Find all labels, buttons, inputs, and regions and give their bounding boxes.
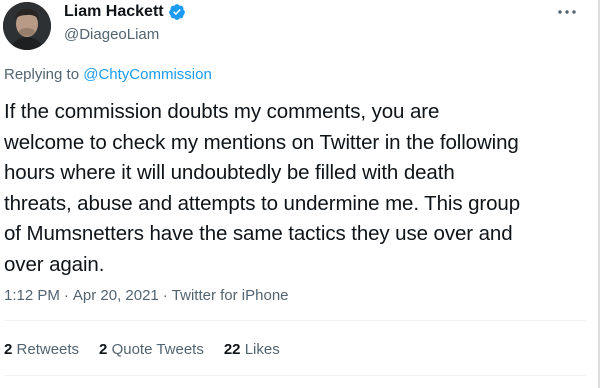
divider — [4, 320, 586, 321]
tweet-time[interactable]: 1:12 PM — [4, 287, 60, 304]
likes-label: Likes — [244, 341, 280, 358]
replying-to: Replying to @ChtyCommission — [4, 66, 212, 83]
tweet-source[interactable]: Twitter for iPhone — [172, 287, 289, 304]
quote-tweets-count: 2 — [99, 341, 108, 358]
retweets-count: 2 — [4, 341, 13, 358]
quote-tweets-stat[interactable]: 2 Quote Tweets — [99, 341, 204, 358]
engagement-stats: 2 Retweets 2 Quote Tweets 22 Likes — [4, 341, 300, 358]
likes-stat[interactable]: 22 Likes — [224, 341, 280, 358]
retweets-stat[interactable]: 2 Retweets — [4, 341, 79, 358]
meta-separator: · — [63, 287, 69, 304]
author-handle[interactable]: @DiageoLiam — [64, 26, 159, 43]
tweet-date[interactable]: Apr 20, 2021 — [73, 287, 159, 304]
avatar-photo — [3, 2, 51, 50]
verified-badge-icon — [168, 3, 186, 21]
tweet-meta: 1:12 PM · Apr 20, 2021 · Twitter for iPhone — [4, 287, 289, 304]
author-name-row[interactable]: Liam Hackett — [64, 3, 186, 21]
meta-separator: · — [162, 287, 168, 304]
quote-tweets-label: Quote Tweets — [111, 341, 204, 358]
avatar[interactable] — [3, 2, 51, 50]
divider — [4, 375, 586, 376]
author-display-name[interactable]: Liam Hackett — [64, 3, 164, 21]
tweet-text: If the commission doubts my comments, yo… — [4, 100, 521, 276]
reply-target-link[interactable]: @ChtyCommission — [83, 66, 212, 83]
likes-count: 22 — [223, 341, 241, 358]
tweet-header: Liam Hackett @DiageoLiam — [0, 0, 600, 60]
more-options-icon[interactable] — [556, 3, 578, 21]
replying-to-label: Replying to — [4, 66, 84, 83]
retweets-label: Retweets — [16, 341, 80, 358]
